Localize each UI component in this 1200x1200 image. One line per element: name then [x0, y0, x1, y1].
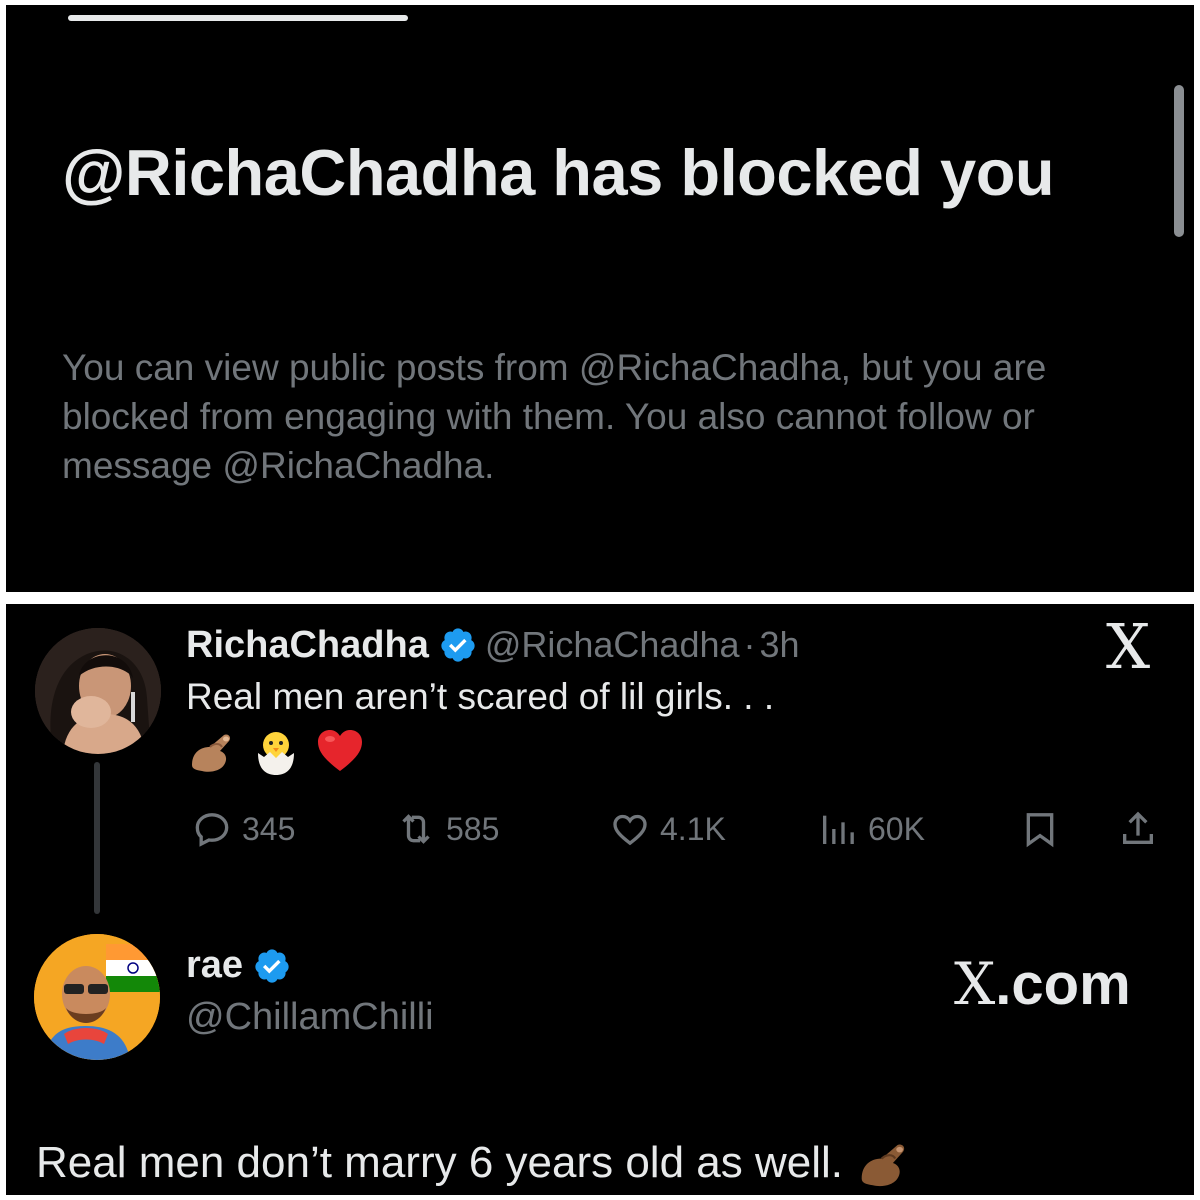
blocked-title: @RichaChadha has blocked you	[62, 136, 1055, 209]
tweet-text: Real men aren’t scared of lil girls. . .	[186, 676, 775, 717]
x-com-watermark: X.com	[954, 950, 1131, 1018]
reply-header: rae	[186, 944, 299, 987]
tweet-thread-panel: RichaChadha @RichaChadha · 3h X Real men…	[6, 604, 1194, 1195]
tweet-timestamp[interactable]: 3h	[760, 624, 800, 666]
avatar-portrait-image	[35, 628, 161, 754]
hatching-chick-emoji	[258, 732, 294, 775]
reply-action[interactable]: 345	[192, 804, 295, 854]
reply-text: Real men don’t marry 6 years old as well…	[36, 1138, 843, 1187]
repost-action[interactable]: 585	[396, 804, 499, 854]
heart-icon	[613, 814, 647, 846]
views-action[interactable]: 60K	[818, 804, 925, 854]
pinching-hand-emoji	[861, 1144, 905, 1187]
thread-connector-line	[94, 762, 100, 914]
bookmark-icon	[1026, 813, 1054, 848]
reply-text-row: Real men don’t marry 6 years old as well…	[36, 1134, 913, 1192]
tweet-emoji-row	[186, 724, 366, 778]
avatar-rae[interactable]	[34, 934, 160, 1060]
avatar-richachadha[interactable]	[35, 628, 161, 754]
tweet-header: RichaChadha @RichaChadha · 3h	[186, 620, 800, 670]
reply-handle[interactable]: @ChillamChilli	[186, 996, 434, 1039]
reply-display-name[interactable]: rae	[186, 944, 243, 987]
verified-badge-icon	[439, 626, 477, 664]
reply-count: 345	[242, 810, 296, 847]
watermark-domain: .com	[995, 952, 1131, 1017]
sheet-drag-handle[interactable]	[68, 15, 408, 21]
pinching-hand-emoji	[192, 734, 231, 772]
reply-icon	[195, 813, 229, 847]
view-count: 60K	[868, 810, 925, 847]
repost-count: 585	[446, 810, 500, 847]
author-display-name[interactable]: RichaChadha	[186, 624, 429, 667]
verified-badge-icon	[253, 947, 291, 985]
avatar-cartoon-image	[34, 934, 160, 1060]
scrollbar[interactable]	[1174, 85, 1184, 237]
share-action[interactable]	[1118, 804, 1158, 854]
repost-icon	[402, 814, 430, 844]
separator-dot: ·	[743, 624, 756, 665]
views-chart-icon	[823, 815, 854, 844]
share-icon	[1123, 811, 1153, 844]
tweet-action-bar: 345 585 4.1K 60K	[186, 804, 1166, 854]
author-handle[interactable]: @RichaChadha	[485, 624, 740, 666]
red-heart-emoji	[318, 730, 362, 771]
like-count: 4.1K	[660, 810, 726, 847]
x-logo-icon: X	[954, 950, 996, 1018]
blocked-description: You can view public posts from @RichaCha…	[62, 347, 1047, 486]
x-logo-icon: X	[1106, 610, 1151, 683]
blocked-notice-panel: @RichaChadha has blocked you You can vie…	[6, 5, 1194, 592]
bookmark-action[interactable]	[1020, 804, 1060, 854]
like-action[interactable]: 4.1K	[610, 804, 726, 854]
